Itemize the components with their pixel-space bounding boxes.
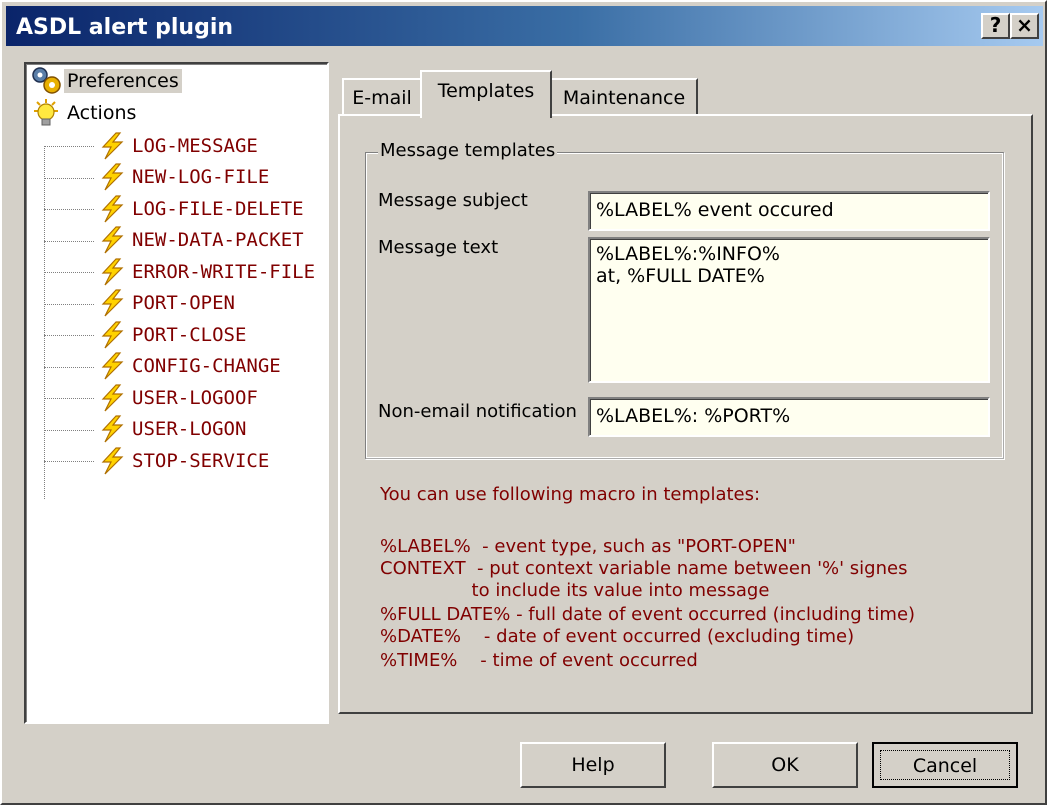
tree-connector [44,303,94,305]
tree-action-label: STOP-SERVICE [132,449,270,472]
tree-item-action[interactable]: ERROR-WRITE-FILE [96,256,315,287]
lightbulb-icon [30,98,64,128]
tree-action-label: CONFIG-CHANGE [132,355,281,377]
message-text-label: Message text [378,237,499,258]
tree-action-label: NEW-DATA-PACKET [132,229,304,251]
tree-connector [44,146,94,147]
lightning-icon [96,352,128,380]
tree-action-label: PORT-CLOSE [132,323,247,346]
macro-help-intro: You can use following macro in templates… [380,484,761,505]
tree-item-action[interactable]: CONFIG-CHANGE [96,351,281,382]
tree-item-action[interactable]: LOG-MESSAGE [96,130,258,161]
window-title: ASDL alert plugin [16,15,234,40]
lightning-icon [96,320,128,349]
tree-connector [44,177,94,179]
tree-item-action[interactable]: NEW-DATA-PACKET [96,225,304,256]
tree-action-label: PORT-OPEN [132,292,235,314]
nonemail-input[interactable]: %LABEL%: %PORT% [588,397,990,437]
tree-action-label: ERROR-WRITE-FILE [132,260,316,283]
tree-action-label: NEW-LOG-FILE [132,166,270,188]
lightning-icon [96,163,128,191]
subject-label: Message subject [378,190,528,211]
message-templates-group: Message templates Message subject %LABEL… [365,140,1005,460]
tree-item-preferences[interactable]: Preferences [30,66,182,96]
tree-item-action[interactable]: NEW-LOG-FILE [96,162,269,193]
title-bar: ASDL alert plugin ? × [6,6,1043,46]
tab-maintenance[interactable]: Maintenance [550,78,698,116]
tree-item-actions[interactable]: Actions [30,98,139,128]
tree-label: Preferences [64,69,182,93]
lightning-icon [96,131,128,160]
tree-action-label: LOG-FILE-DELETE [132,197,304,220]
settings-tree[interactable]: Preferences Actions LOG-MESSAGE NEW-LOG-F… [24,62,329,724]
lightning-icon [96,383,128,412]
tree-item-action[interactable]: PORT-CLOSE [96,319,246,350]
macro-help-line: CONTEXT - put context variable name betw… [380,558,908,579]
dialog-window: ASDL alert plugin ? × Preferences Action… [0,0,1047,805]
macro-help-line: %TIME% - time of event occurred [380,650,698,671]
tree-connector [44,240,94,242]
tree-connector [44,209,94,210]
lightning-icon [96,446,128,475]
cancel-button-label: Cancel [880,750,1010,780]
ok-button[interactable]: OK [712,742,858,788]
tree-connector [44,146,45,499]
close-icon: × [1016,13,1033,37]
tab-email[interactable]: E-mail [342,78,422,116]
tree-item-action[interactable]: LOG-FILE-DELETE [96,193,304,224]
lightning-icon [96,289,128,317]
tree-item-action[interactable]: USER-LOGOOF [96,382,258,413]
tree-item-action[interactable]: USER-LOGON [96,414,246,445]
tree-connector [44,461,94,462]
lightning-icon [96,257,128,286]
cancel-button[interactable]: Cancel [872,742,1018,788]
help-caption-button[interactable]: ? [981,13,1010,39]
tree-action-label: LOG-MESSAGE [132,134,258,157]
group-title: Message templates [378,140,558,161]
macro-help-line: to include its value into message [380,580,770,601]
macro-help-line: %FULL DATE% - full date of event occurre… [380,604,916,625]
lightning-icon [96,415,128,443]
templates-tab-panel: Message templates Message subject %LABEL… [338,114,1033,714]
tree-connector [44,335,94,336]
tree-connector [44,272,94,273]
gears-icon [30,66,64,96]
lightning-icon [96,226,128,254]
macro-help-line: %DATE% - date of event occurred (excludi… [380,626,855,647]
nonemail-label: Non-email notification [378,401,577,422]
tree-connector [44,429,94,431]
tree-connector [44,398,94,399]
message-text-area[interactable]: %LABEL%:%INFO% at, %FULL DATE% [588,237,990,383]
tab-templates[interactable]: Templates [420,70,552,118]
subject-input[interactable]: %LABEL% event occured [588,191,990,231]
tree-item-action[interactable]: STOP-SERVICE [96,445,269,476]
tree-action-label: USER-LOGON [132,418,247,440]
tree-connector [44,366,94,368]
lightning-icon [96,194,128,223]
macro-help-line: %LABEL% - event type, such as "PORT-OPEN… [380,536,796,557]
tree-item-action[interactable]: PORT-OPEN [96,288,235,319]
tree-label: Actions [67,102,137,124]
question-icon: ? [989,13,1002,37]
help-button[interactable]: Help [520,742,666,788]
tree-action-label: USER-LOGOOF [132,386,258,409]
close-button[interactable]: × [1010,13,1039,39]
